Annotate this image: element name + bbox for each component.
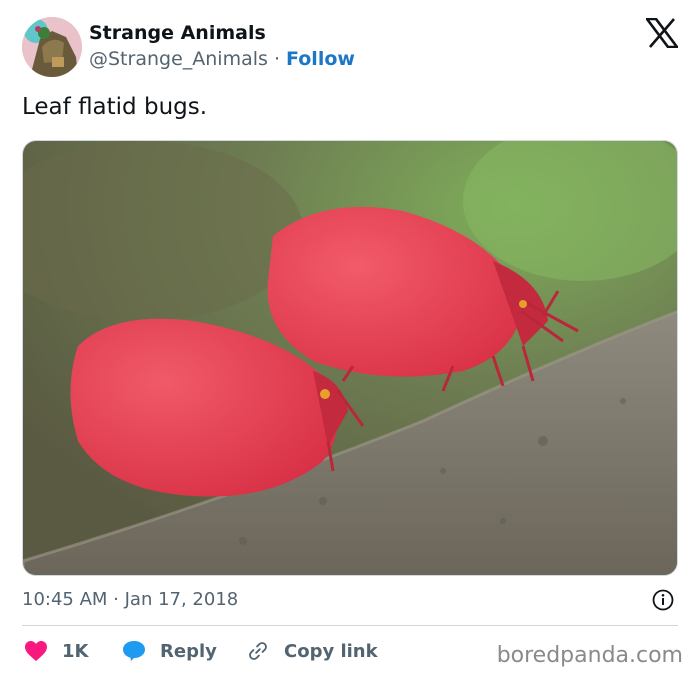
reply-button[interactable]: Reply <box>122 640 217 662</box>
copy-link-label: Copy link <box>284 640 378 662</box>
author-avatar[interactable] <box>22 17 82 77</box>
watermark-text: boredpanda.com <box>496 643 683 668</box>
post-image[interactable] <box>22 140 678 576</box>
author-handle[interactable]: @Strange_Animals <box>89 48 268 70</box>
x-logo-icon[interactable] <box>646 18 678 48</box>
link-icon <box>249 642 267 660</box>
copy-link-button[interactable]: Copy link <box>246 640 378 662</box>
info-icon[interactable] <box>652 589 674 611</box>
like-button[interactable]: 1K <box>24 640 88 662</box>
handle-separator: · <box>273 48 280 70</box>
reply-label: Reply <box>160 640 217 662</box>
like-count: 1K <box>62 640 89 662</box>
follow-button[interactable]: Follow <box>286 48 355 70</box>
actions-divider <box>22 625 678 626</box>
author-handle-row: @Strange_Animals · Follow <box>89 48 355 70</box>
heart-icon <box>25 641 47 661</box>
author-name[interactable]: Strange Animals <box>89 22 266 44</box>
reply-bubble-icon <box>123 641 145 661</box>
post-timestamp[interactable]: 10:45 AM · Jan 17, 2018 <box>22 589 238 610</box>
post-text: Leaf flatid bugs. <box>22 94 208 120</box>
